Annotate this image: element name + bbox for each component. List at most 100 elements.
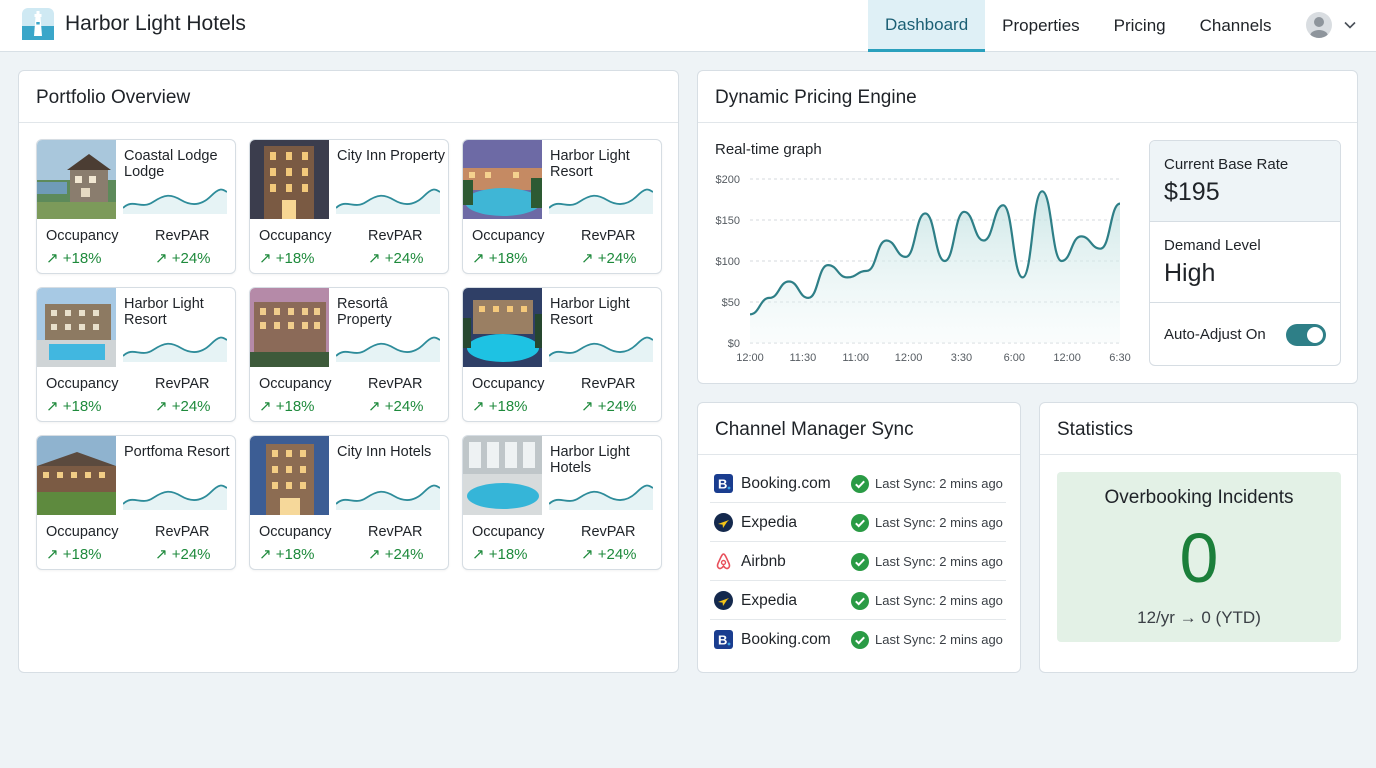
channel-row[interactable]: Expedia Last Sync: 2 mins ago	[710, 503, 1006, 542]
channel-row[interactable]: Expedia Last Sync: 2 mins ago	[710, 581, 1006, 620]
svg-text:B: B	[718, 477, 727, 492]
occupancy-value: ↗ +18%	[472, 546, 528, 563]
property-name: Harbor Light Hotels	[550, 444, 630, 476]
statistics-title: Statistics	[1040, 403, 1357, 455]
channel-name: Expedia	[741, 514, 798, 531]
property-grid: Coastal Lodge Lodge Occupancy RevPAR ↗ +…	[36, 139, 662, 570]
occupancy-value: ↗ +18%	[472, 398, 528, 415]
auto-adjust-row: Auto-Adjust On	[1150, 303, 1340, 365]
occupancy-value: ↗ +18%	[46, 546, 102, 563]
property-card[interactable]: City Inn Hotels Occupancy RevPAR ↗ +18% …	[249, 435, 449, 570]
property-card[interactable]: Portfoma Resort Occupancy RevPAR ↗ +18% …	[36, 435, 236, 570]
channel-row[interactable]: Airbnb Last Sync: 2 mins ago	[710, 542, 1006, 581]
property-name: Resortâ Property	[337, 296, 392, 328]
revpar-label: RevPAR	[155, 228, 210, 244]
revpar-value: ↗ +24%	[155, 546, 211, 563]
property-photo	[37, 140, 116, 219]
revpar-label: RevPAR	[368, 524, 423, 540]
property-card[interactable]: Harbor Light Resort Occupancy RevPAR ↗ +…	[36, 287, 236, 422]
base-rate-row: Current Base Rate $195	[1150, 141, 1340, 222]
channel-row[interactable]: B Booking.com Last Sync: 2 mins ago	[710, 620, 1006, 659]
sync-status: Last Sync: 2 mins ago	[875, 593, 1003, 608]
booking-icon: B	[714, 630, 733, 649]
channel-row[interactable]: B Booking.com Last Sync: 2 mins ago	[710, 464, 1006, 503]
channel-name: Expedia	[741, 592, 798, 609]
brand[interactable]: Harbor Light Hotels	[22, 8, 246, 40]
property-photo	[250, 140, 329, 219]
portfolio-title: Portfolio Overview	[19, 71, 678, 123]
property-card[interactable]: Harbor Light Hotels Occupancy RevPAR ↗ +…	[462, 435, 662, 570]
auto-adjust-toggle[interactable]	[1286, 324, 1326, 346]
sync-status: Last Sync: 2 mins ago	[875, 554, 1003, 569]
y-tick-label: $200	[716, 174, 740, 186]
revpar-label: RevPAR	[581, 524, 636, 540]
property-photo	[37, 288, 116, 367]
occupancy-value: ↗ +18%	[46, 250, 102, 267]
auto-adjust-label: Auto-Adjust On	[1164, 326, 1266, 343]
y-tick-label: $150	[716, 215, 740, 227]
app-title: Harbor Light Hotels	[65, 12, 246, 35]
occupancy-value: ↗ +18%	[259, 250, 315, 267]
expedia-icon	[714, 513, 733, 532]
statistics-panel: Statistics Overbooking Incidents 0 12/yr…	[1039, 402, 1358, 673]
revpar-value: ↗ +24%	[155, 398, 211, 415]
nav-pricing[interactable]: Pricing	[1097, 0, 1183, 52]
property-photo	[463, 140, 542, 219]
revpar-value: ↗ +24%	[581, 398, 637, 415]
x-tick-label: 12:00	[1053, 352, 1081, 364]
occupancy-label: Occupancy	[46, 376, 119, 392]
revpar-value: ↗ +24%	[368, 398, 424, 415]
sparkline	[549, 188, 653, 214]
occupancy-value: ↗ +18%	[46, 398, 102, 415]
property-photo	[37, 436, 116, 515]
sync-status: Last Sync: 2 mins ago	[875, 515, 1003, 530]
toggle-knob	[1307, 327, 1323, 343]
base-rate-value: $195	[1164, 178, 1220, 206]
nav-dashboard[interactable]: Dashboard	[868, 0, 986, 52]
revpar-value: ↗ +24%	[155, 250, 211, 267]
check-circle-icon	[851, 592, 869, 610]
property-card[interactable]: City Inn Property Occupancy RevPAR ↗ +18…	[249, 139, 449, 274]
demand-label: Demand Level	[1164, 237, 1261, 254]
sparkline	[123, 336, 227, 362]
property-photo	[463, 436, 542, 515]
y-tick-label: $100	[716, 256, 740, 268]
y-tick-label: $50	[722, 297, 740, 309]
sparkline	[123, 484, 227, 510]
price-area	[750, 191, 1120, 343]
user-menu[interactable]	[1306, 12, 1356, 38]
portfolio-panel: Portfolio Overview Coastal Lodge Lodge O…	[18, 70, 679, 673]
nav-channels[interactable]: Channels	[1183, 0, 1289, 52]
lighthouse-icon	[22, 8, 54, 40]
revpar-label: RevPAR	[581, 228, 636, 244]
channel-panel: Channel Manager Sync B Booking.com Last …	[697, 402, 1021, 673]
x-tick-label: 6:00	[1004, 352, 1025, 364]
revpar-value: ↗ +24%	[368, 546, 424, 563]
property-photo	[250, 288, 329, 367]
overbooking-title: Overbooking Incidents	[1104, 487, 1294, 508]
revpar-label: RevPAR	[155, 524, 210, 540]
revpar-label: RevPAR	[155, 376, 210, 392]
occupancy-label: Occupancy	[472, 376, 545, 392]
check-circle-icon	[851, 514, 869, 532]
sparkline	[336, 336, 440, 362]
property-card[interactable]: Coastal Lodge Lodge Occupancy RevPAR ↗ +…	[36, 139, 236, 274]
overbooking-count: 0	[1179, 519, 1219, 597]
sparkline	[549, 484, 653, 510]
nav-properties[interactable]: Properties	[985, 0, 1096, 52]
property-name: City Inn Property	[337, 148, 445, 164]
property-card[interactable]: Harbor Light Resort Occupancy RevPAR ↗ +…	[462, 139, 662, 274]
property-name: Portfoma Resort	[124, 444, 230, 460]
revpar-value: ↗ +24%	[581, 546, 637, 563]
occupancy-label: Occupancy	[259, 524, 332, 540]
property-card[interactable]: Harbor Light Resort Occupancy RevPAR ↗ +…	[462, 287, 662, 422]
sparkline	[123, 188, 227, 214]
x-tick-label: 6:30	[1109, 352, 1130, 364]
x-tick-label: 12:00	[736, 352, 764, 364]
pricing-title: Dynamic Pricing Engine	[698, 71, 1357, 123]
top-bar: Harbor Light Hotels Dashboard Properties…	[0, 0, 1376, 52]
airbnb-icon	[716, 553, 731, 570]
channel-name: Airbnb	[741, 553, 786, 570]
occupancy-label: Occupancy	[472, 524, 545, 540]
property-card[interactable]: Resortâ Property Occupancy RevPAR ↗ +18%…	[249, 287, 449, 422]
